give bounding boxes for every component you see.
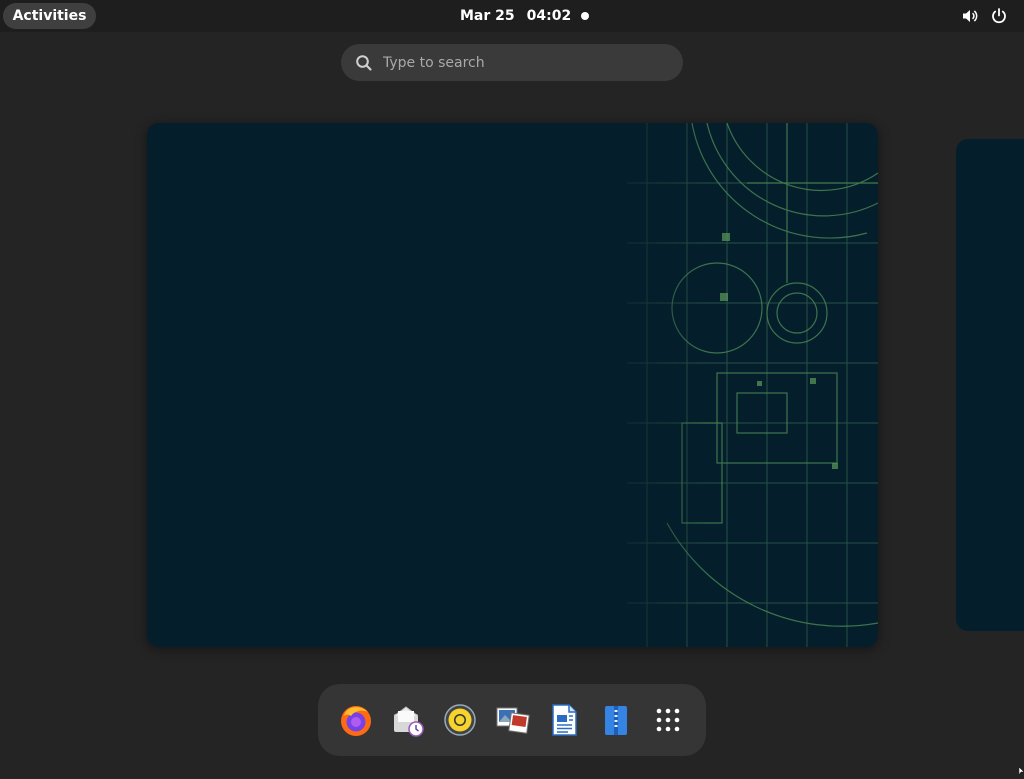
app-grid-icon[interactable] [648, 700, 688, 740]
next-workspace-thumbnail[interactable] [956, 139, 1024, 631]
search-input[interactable] [383, 44, 663, 81]
notification-dot-icon [581, 12, 589, 20]
workspace-thumbnail[interactable] [147, 123, 878, 647]
time-label: 04:02 [526, 8, 572, 24]
archive-icon[interactable] [596, 700, 636, 740]
firefox-icon[interactable] [336, 700, 376, 740]
date-label: Mar 25 [460, 8, 515, 24]
blueprint-wallpaper [587, 123, 878, 647]
rhythmbox-icon[interactable] [440, 700, 480, 740]
power-icon[interactable] [989, 6, 1009, 26]
mouse-pointer-icon [1018, 760, 1024, 776]
search-icon [355, 54, 373, 72]
mail-calendar-icon[interactable] [388, 700, 428, 740]
image-viewer-icon[interactable] [492, 700, 532, 740]
volume-icon[interactable] [960, 6, 980, 26]
writer-document-icon[interactable] [544, 700, 584, 740]
top-bar: Activities Mar 25 04:02 [0, 0, 1024, 32]
dash [318, 684, 706, 756]
search-bar[interactable] [341, 44, 683, 81]
activities-button[interactable]: Activities [3, 3, 96, 29]
